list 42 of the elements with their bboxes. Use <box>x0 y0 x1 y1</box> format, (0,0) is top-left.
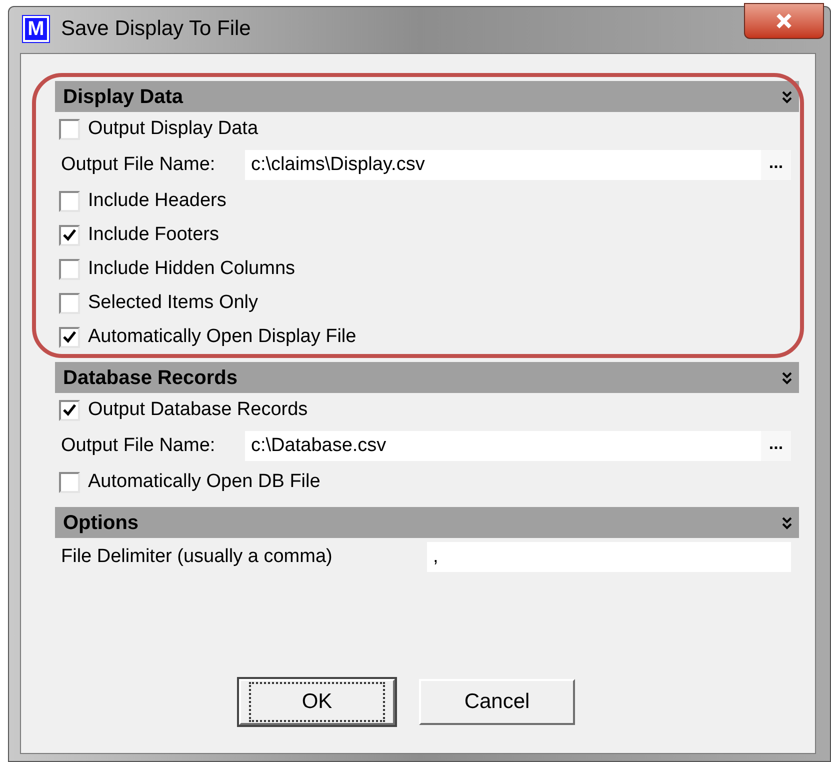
section-header[interactable]: Options <box>55 507 799 538</box>
checkbox[interactable] <box>59 400 80 420</box>
checkbox-label: Include Footers <box>88 222 219 247</box>
field-label: Output File Name: <box>61 434 216 458</box>
checkbox-label: Automatically Open Display File <box>88 324 356 349</box>
checkbox-label: Include Headers <box>88 188 226 213</box>
section-title: Display Data <box>63 84 184 110</box>
field-label: File Delimiter (usually a comma) <box>61 544 334 569</box>
collapse-chevron-icon <box>781 516 793 530</box>
dialog-button[interactable]: Cancel <box>419 679 575 725</box>
checkbox[interactable] <box>59 224 80 246</box>
collapse-chevron-icon <box>781 90 793 104</box>
close-button[interactable] <box>744 3 824 39</box>
browse-button[interactable]: ... <box>761 431 791 461</box>
checkbox[interactable] <box>59 292 80 314</box>
input-field[interactable]: , <box>427 542 791 572</box>
dialog-button[interactable]: OK <box>239 679 395 725</box>
section-header[interactable]: Display Data <box>55 81 799 112</box>
window-title: Save Display To File <box>61 16 251 42</box>
checkbox[interactable] <box>59 258 80 280</box>
checkbox[interactable] <box>59 326 80 348</box>
checkmark-icon <box>63 331 76 343</box>
checkbox-label: Automatically Open DB File <box>88 470 320 494</box>
section-title: Database Records <box>63 366 238 390</box>
checkbox[interactable] <box>59 190 80 212</box>
checkmark-icon <box>63 404 76 416</box>
checkbox[interactable] <box>59 118 80 140</box>
checkbox-label: Include Hidden Columns <box>88 256 296 281</box>
checkmark-icon <box>63 229 76 241</box>
browse-button[interactable]: ... <box>761 150 791 180</box>
input-field[interactable]: c:\Database.csv <box>245 431 761 461</box>
checkbox-label: Output Database Records <box>88 398 308 422</box>
app-logo-icon: M <box>23 16 49 42</box>
checkbox-label: Selected Items Only <box>88 290 258 315</box>
field-label: Output File Name: <box>61 152 216 177</box>
collapse-chevron-icon <box>781 370 793 384</box>
section-title: Options <box>63 510 139 536</box>
checkbox-label: Output Display Data <box>88 116 258 141</box>
close-icon <box>775 13 793 29</box>
checkbox[interactable] <box>59 472 80 492</box>
section-header[interactable]: Database Records <box>55 362 799 393</box>
input-field[interactable]: c:\claims\Display.csv <box>245 150 761 180</box>
